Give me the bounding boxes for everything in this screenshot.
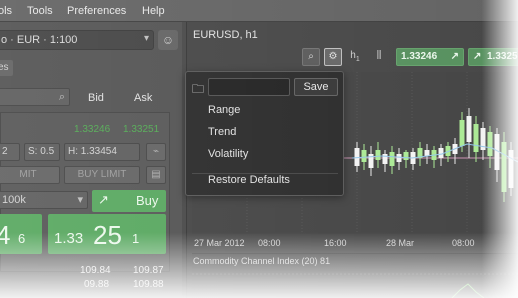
ask-header: Ask (134, 92, 153, 104)
buy-price-big: 25 (93, 220, 122, 250)
menu-tools[interactable]: Tools (27, 5, 53, 17)
indicator-template-menu: 🗀 Save Range Trend Volatility Restore De… (185, 71, 344, 196)
candle-body (361, 150, 367, 162)
zoom-icon[interactable]: ⌕ (302, 48, 320, 66)
chart-sell-button[interactable]: 1.33246 ↗ (396, 48, 464, 66)
menu-item-trend[interactable]: Trend (208, 126, 236, 138)
arrow-up-right-icon: ↗ (473, 51, 482, 62)
spread-field: S: 0.5 (24, 143, 60, 161)
candle-body (473, 124, 479, 152)
buy-button[interactable]: ↗ Buy (92, 190, 166, 212)
candle-body (396, 154, 402, 162)
time-label: 27 Mar 2012 (194, 238, 245, 248)
arrow-up-right-icon: ↗ (98, 192, 109, 207)
timeframe-1: 1 (355, 56, 360, 63)
sell-price-big: 4 (0, 220, 11, 250)
clipboard-icon[interactable]: ▤ (146, 166, 166, 184)
sell-price-tile[interactable]: 4 6 (0, 214, 42, 254)
chart-icon[interactable]: ⌁ (146, 143, 166, 161)
candle-body (354, 148, 360, 166)
timeframe-button[interactable]: h1 (346, 48, 364, 66)
low-field: 2 (0, 143, 20, 161)
chart-title: EURUSD, h1 (193, 29, 258, 41)
high-field: H: 1.33454 (64, 143, 140, 161)
candle-body (508, 150, 514, 188)
menu-item-volatility[interactable]: Volatility (208, 148, 248, 160)
tab-rates[interactable]: es (0, 60, 13, 76)
search-icon: ⌕ (58, 91, 65, 103)
chart-buy-price: 1.3325 (487, 51, 518, 62)
arrow-up-right-icon: ↗ (450, 51, 459, 62)
amount-select[interactable]: 100k ▾ (0, 191, 88, 209)
sell-price-small: 6 (18, 231, 26, 246)
chart-sell-price: 1.33246 (401, 51, 438, 62)
account-selector[interactable]: o · EUR · 1:100 ▾ (0, 30, 154, 50)
trading-app-window: ols Tools Preferences Help o · EUR · 1:1… (0, 0, 518, 298)
time-label: 16:00 (324, 238, 347, 248)
row-bid-2: 09.88 (84, 279, 110, 290)
candle-body (389, 152, 395, 166)
bid-price-small: 1.33246 (74, 124, 111, 135)
menu-help[interactable]: Help (142, 5, 165, 17)
candle-body (382, 154, 388, 164)
candle-body (403, 152, 409, 160)
buy-label: Buy (136, 193, 159, 208)
candle-type-icon[interactable]: ⫼ (370, 48, 388, 66)
candle-body (368, 154, 374, 168)
time-label: 28 Mar (386, 238, 415, 248)
sell-limit-button[interactable]: MIT (0, 166, 60, 184)
menu-item-range[interactable]: Range (208, 104, 240, 116)
buy-limit-button[interactable]: BUY LIMIT (64, 166, 140, 184)
save-button[interactable]: Save (294, 78, 338, 96)
candle-body (375, 150, 381, 160)
ask-price-small: 1.33251 (123, 124, 160, 135)
buy-price-tile[interactable]: 1.33 25 1 (48, 214, 166, 254)
buy-price-small: 1 (132, 231, 140, 246)
chevron-down-icon: ▾ (143, 33, 149, 44)
time-label: 08:00 (452, 238, 475, 248)
menu-preferences[interactable]: Preferences (67, 5, 126, 17)
candle-body (501, 142, 507, 192)
candle-body (487, 132, 493, 156)
time-axis: 27 Mar 2012 08:00 16:00 28 Mar 08:00 (192, 236, 518, 250)
row-ask: 109.87 (133, 265, 164, 276)
chevron-down-icon: ▾ (77, 194, 83, 206)
user-icon[interactable]: ☺ (158, 30, 178, 50)
menu-bar: ols Tools Preferences Help (0, 0, 518, 22)
buy-price-prefix: 1.33 (54, 230, 84, 247)
candle-body (424, 150, 430, 156)
candle-body (438, 148, 444, 158)
chart-buy-button[interactable]: ↗ 1.3325 (468, 48, 518, 66)
amount-value: 100k (2, 194, 26, 206)
template-name-input[interactable] (208, 78, 290, 96)
row-ask-2: 109.88 (133, 279, 164, 290)
cci-label: Commodity Channel Index (20) 81 (193, 256, 331, 266)
menu-item-restore-defaults[interactable]: Restore Defaults (208, 174, 290, 186)
folder-add-icon: 🗀 (192, 82, 205, 96)
search-input[interactable]: ⌕ (0, 88, 70, 106)
time-label: 08:00 (258, 238, 281, 248)
menu-tools-partial[interactable]: ols (0, 5, 12, 17)
bid-header: Bid (88, 92, 104, 104)
candle-body (466, 116, 472, 142)
row-bid: 109.84 (80, 265, 111, 276)
account-label: o · EUR · 1:100 (1, 34, 78, 46)
cci-line (451, 283, 485, 298)
indicator-settings-icon[interactable]: ⚙ (324, 48, 342, 66)
candle-body (459, 120, 465, 146)
